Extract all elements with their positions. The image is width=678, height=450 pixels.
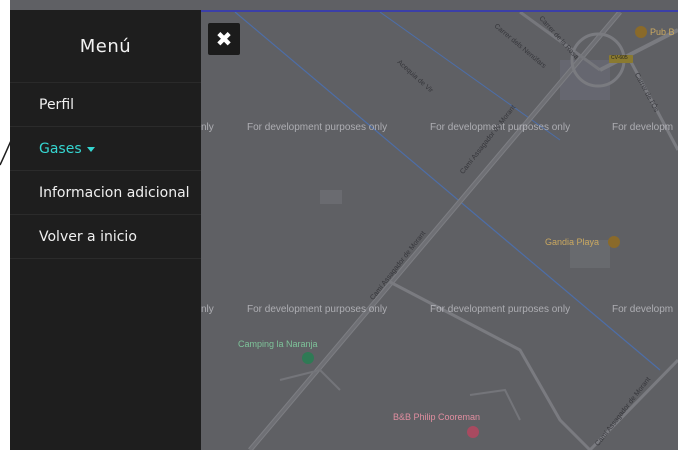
menu-item-label: Informacion adicional [39,184,190,201]
pub-marker-icon[interactable] [635,26,647,38]
bar-marker-icon[interactable] [608,236,620,248]
left-gutter [0,0,10,450]
poi-label-gandia-playa[interactable]: Gandia Playa [545,237,599,247]
watermark-fragment: For developm [612,304,674,315]
close-icon: ✖ [215,27,233,51]
menu-item-perfil[interactable]: Perfil [10,83,201,127]
menu-item-informacion-adicional[interactable]: Informacion adicional [10,171,201,215]
road-shield-label: CV-605 [611,55,628,61]
camping-marker-icon[interactable] [302,352,314,364]
poi-label-bb[interactable]: B&B Philip Cooreman [393,412,480,422]
watermark-fragment: For developm [612,122,674,133]
map-block [320,190,342,204]
hotel-marker-icon[interactable] [467,426,479,438]
side-menu: Menú Perfil Gases Informacion adicional … [10,10,201,450]
poi-label-pub[interactable]: Pub B [650,27,675,37]
watermark-fragment: nly [201,122,214,133]
menu-item-gases[interactable]: Gases [10,127,201,171]
watermark-fragment: nly [201,304,214,315]
menu-item-label: Perfil [39,96,75,113]
poi-label-camping[interactable]: Camping la Naranja [238,339,318,349]
menu-title: Menú [10,10,201,83]
menu-item-volver-inicio[interactable]: Volver a inicio [10,215,201,259]
map-block [560,60,610,100]
menu-item-label: Volver a inicio [39,228,137,245]
waterway-line [379,11,561,141]
top-accent-line [201,10,678,12]
watermark: For development purposes only [247,122,388,133]
close-menu-button[interactable]: ✖ [208,23,240,55]
caret-down-icon [86,147,95,152]
menu-item-label: Gases [39,140,82,157]
watermark: For development purposes only [430,304,571,315]
main-road-core [248,11,622,450]
watermark: For development purposes only [247,304,388,315]
